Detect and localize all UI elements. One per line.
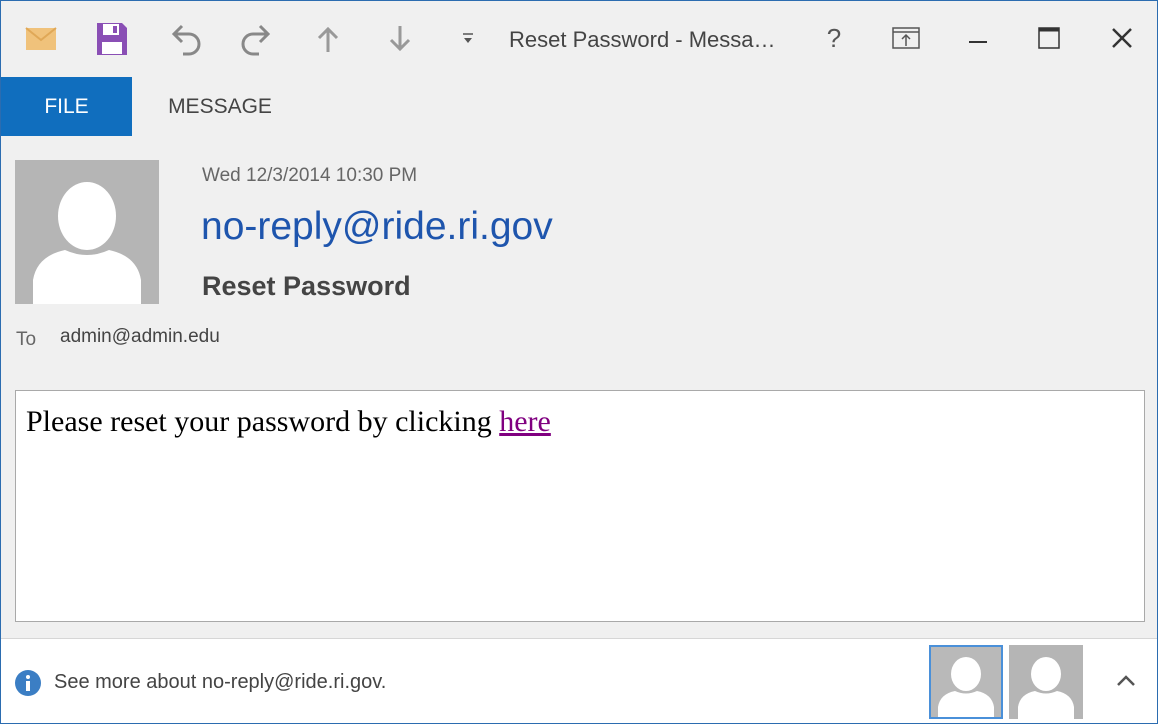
close-button[interactable] (1099, 15, 1145, 61)
maximize-icon (1038, 27, 1060, 49)
message-window: Reset Password - Messa… ? FILE MESSAGE W… (0, 0, 1158, 724)
save-icon[interactable] (92, 19, 132, 59)
help-icon: ? (826, 22, 842, 53)
chevron-up-icon (1117, 675, 1135, 686)
maximize-button[interactable] (1026, 15, 1072, 61)
help-button[interactable]: ? (811, 15, 857, 61)
people-pane-person-1[interactable] (929, 645, 1003, 719)
ribbon-display-options-button[interactable] (883, 15, 929, 61)
previous-item-icon[interactable] (308, 19, 348, 59)
to-recipient[interactable]: admin@admin.edu (60, 326, 220, 348)
people-pane: See more about no-reply@ride.ri.gov. (1, 639, 1157, 723)
info-icon (14, 669, 42, 697)
message-body[interactable]: Please reset your password by clicking h… (15, 390, 1145, 622)
next-item-icon[interactable] (380, 19, 420, 59)
body-text: Please reset your password by clicking (26, 405, 492, 438)
sender-avatar[interactable] (15, 160, 159, 304)
minimize-icon (969, 41, 987, 43)
window-title: Reset Password - Messa… (509, 27, 776, 52)
envelope-icon[interactable] (21, 19, 61, 59)
ribbon-tabs: FILE MESSAGE (1, 77, 1157, 136)
ribbon-display-icon (892, 27, 920, 49)
received-date: Wed 12/3/2014 10:30 PM (202, 165, 418, 186)
tab-message[interactable]: MESSAGE (154, 77, 286, 136)
message-subject: Reset Password (202, 271, 411, 301)
person-icon (938, 657, 994, 719)
person-icon (1018, 657, 1074, 719)
minimize-button[interactable] (955, 15, 1001, 61)
sender-address[interactable]: no-reply@ride.ri.gov (201, 205, 553, 249)
people-pane-person-2[interactable] (1009, 645, 1083, 719)
to-label: To (16, 329, 37, 350)
customize-toolbar-icon[interactable] (448, 19, 488, 59)
title-bar: Reset Password - Messa… ? (1, 1, 1157, 77)
close-icon (1112, 28, 1132, 48)
tab-file[interactable]: FILE (1, 77, 132, 136)
redo-icon[interactable] (237, 19, 277, 59)
collapse-people-pane-button[interactable] (1107, 665, 1145, 697)
undo-icon[interactable] (165, 19, 205, 59)
see-more-text[interactable]: See more about no-reply@ride.ri.gov. (54, 671, 386, 694)
reset-link[interactable]: here (499, 405, 551, 438)
person-icon (33, 182, 141, 304)
